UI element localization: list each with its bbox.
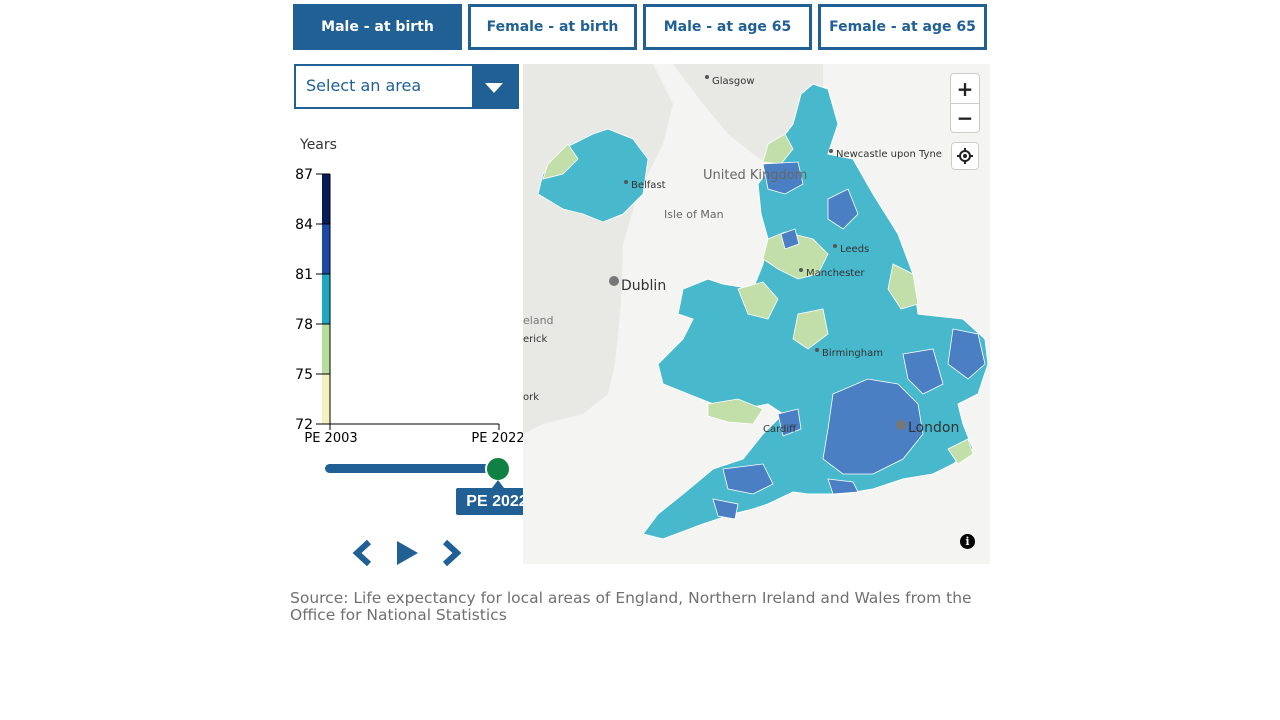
map-label-cardiff: Cardiff bbox=[763, 424, 797, 435]
legend-title: Years bbox=[299, 137, 337, 153]
chevron-left-icon[interactable] bbox=[350, 539, 374, 567]
locate-icon[interactable] bbox=[951, 142, 979, 170]
map-label-dublin: Dublin bbox=[621, 278, 666, 294]
map-label-glasgow: Glasgow bbox=[712, 76, 755, 87]
legend-tick: 78 bbox=[295, 317, 313, 333]
plus-icon[interactable]: + bbox=[951, 74, 979, 104]
map-canvas[interactable]: Glasgow Belfast United Kingdom Isle of M… bbox=[523, 64, 990, 564]
map-label-ireland: eland bbox=[523, 314, 554, 327]
chevron-right-icon[interactable] bbox=[440, 539, 464, 567]
london-marker bbox=[896, 420, 906, 430]
manchester-marker bbox=[799, 268, 803, 272]
map-label-isle-of-man: Isle of Man bbox=[664, 208, 724, 221]
play-icon[interactable] bbox=[395, 539, 421, 567]
ireland-land bbox=[523, 64, 673, 434]
info-icon[interactable]: i bbox=[960, 534, 975, 549]
tab-male-at-age-65[interactable]: Male - at age 65 bbox=[643, 4, 812, 50]
legend-band-75-78 bbox=[322, 324, 330, 374]
dropdown-arrow-icon[interactable] bbox=[472, 66, 517, 107]
area-select-placeholder: Select an area bbox=[306, 76, 422, 95]
legend-band-84-87 bbox=[322, 174, 330, 224]
map-label-cork: ork bbox=[523, 392, 539, 403]
legend-band-81-84 bbox=[322, 224, 330, 274]
slider-tooltip-pointer bbox=[492, 480, 504, 488]
leeds-marker bbox=[833, 244, 837, 248]
legend-tick: 81 bbox=[295, 267, 313, 283]
legend-band-72-75 bbox=[322, 374, 330, 424]
area-select[interactable]: Select an area bbox=[294, 64, 519, 109]
tab-female-at-birth[interactable]: Female - at birth bbox=[468, 4, 637, 50]
birmingham-marker bbox=[815, 348, 819, 352]
map-label-belfast: Belfast bbox=[631, 180, 666, 191]
legend-tick: 75 bbox=[295, 367, 313, 383]
map-label-limerick: erick bbox=[523, 334, 548, 345]
map-label-newcastle: Newcastle upon Tyne bbox=[836, 149, 942, 160]
map-label-manchester: Manchester bbox=[806, 268, 865, 279]
choropleth-map[interactable]: Glasgow Belfast United Kingdom Isle of M… bbox=[523, 64, 990, 564]
legend: Years 87 84 81 78 75 72 PE 2003 PE 2022 bbox=[295, 137, 524, 446]
tab-female-at-age-65[interactable]: Female - at age 65 bbox=[818, 4, 987, 50]
glasgow-marker bbox=[705, 75, 709, 79]
legend-band-78-81 bbox=[322, 274, 330, 324]
time-slider-track[interactable] bbox=[325, 464, 500, 473]
zoom-controls: + − bbox=[950, 73, 980, 133]
tab-bar: Male - at birth Female - at birth Male -… bbox=[293, 4, 987, 50]
newcastle-marker bbox=[829, 149, 833, 153]
map-label-united-kingdom: United Kingdom bbox=[703, 168, 807, 183]
source-note: Source: Life expectancy for local areas … bbox=[290, 589, 972, 624]
belfast-marker bbox=[624, 180, 628, 184]
time-axis-end-label: PE 2022 bbox=[471, 431, 524, 446]
legend-tick: 84 bbox=[295, 217, 313, 233]
time-axis-start-label: PE 2003 bbox=[304, 431, 357, 446]
map-label-birmingham: Birmingham bbox=[822, 348, 883, 359]
legend-tick: 87 bbox=[295, 167, 313, 183]
map-label-london: London bbox=[908, 420, 959, 436]
minus-icon[interactable]: − bbox=[951, 103, 979, 132]
map-label-leeds: Leeds bbox=[840, 244, 869, 255]
time-slider-handle[interactable] bbox=[485, 456, 511, 482]
tab-male-at-birth[interactable]: Male - at birth bbox=[293, 4, 462, 50]
dublin-marker bbox=[609, 276, 619, 286]
